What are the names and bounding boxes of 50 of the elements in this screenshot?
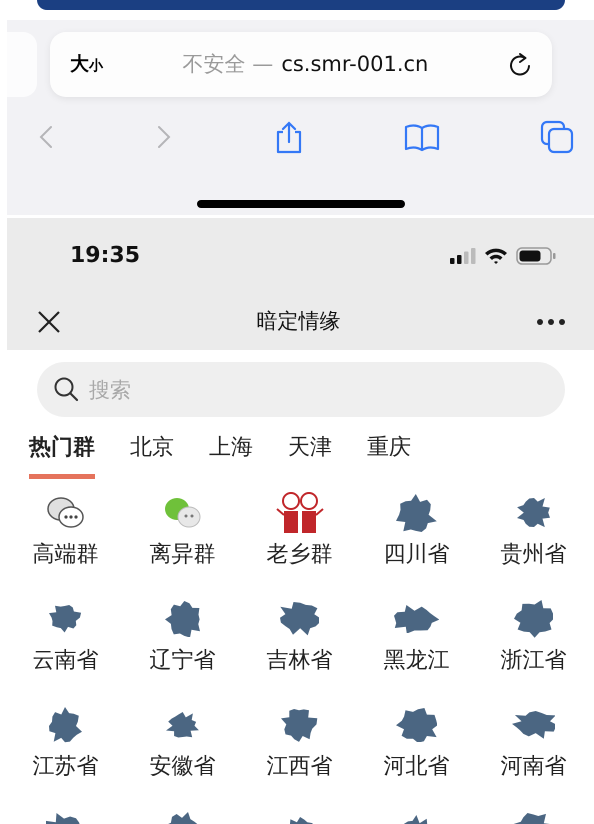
map-icon [165, 600, 200, 638]
tabs-icon[interactable] [540, 120, 574, 154]
group-label[interactable]: 吉林省 [266, 647, 332, 676]
wifi-icon [484, 247, 508, 264]
tab[interactable]: 上海 [209, 429, 253, 479]
map-icon [281, 708, 318, 742]
map-icon [514, 600, 554, 638]
group-label[interactable]: 老乡群 [266, 541, 332, 570]
address-bar[interactable]: 大小 不安全 — cs.smr-001.cn [50, 32, 552, 97]
group-label[interactable]: 河北省 [384, 753, 450, 782]
group-label[interactable]: 四川省 [384, 541, 450, 570]
map-icon [394, 604, 440, 634]
group-label[interactable]: 贵州省 [500, 541, 566, 570]
map-icon [396, 494, 437, 532]
close-icon[interactable] [37, 310, 61, 334]
tab[interactable]: 重庆 [367, 429, 411, 479]
chat-bubbles-icon [162, 496, 202, 530]
people-icon [274, 491, 324, 535]
group-label[interactable]: 高端群 [32, 541, 98, 570]
map-icon [396, 708, 438, 742]
page-title: 暗定情缘 [256, 308, 340, 335]
tab[interactable]: 热门群 [29, 429, 95, 479]
group-label[interactable]: 黑龙江 [384, 647, 450, 676]
group-label[interactable]: 浙江省 [500, 647, 566, 676]
url-text: cs.smr-001.cn [281, 50, 428, 78]
group-label[interactable]: 河南省 [500, 753, 566, 782]
battery-icon [516, 246, 556, 264]
group-label[interactable]: 云南省 [32, 647, 98, 676]
more-icon[interactable] [536, 318, 566, 326]
map-icon [49, 605, 82, 633]
signal-icon [450, 248, 476, 264]
text-size-button[interactable]: 大小 [70, 50, 103, 79]
group-label[interactable]: 辽宁省 [150, 647, 216, 676]
group-label[interactable]: 安徽省 [150, 753, 216, 782]
map-icon [517, 498, 550, 528]
tab[interactable]: 北京 [130, 429, 174, 479]
book-icon[interactable] [404, 122, 440, 152]
search-field[interactable]: 搜索 [37, 362, 565, 417]
map-icon [280, 602, 320, 636]
tab[interactable]: 天津 [288, 429, 332, 479]
group-label[interactable]: 江苏省 [32, 753, 98, 782]
map-icon [166, 712, 199, 738]
security-label: 不安全 — [182, 50, 274, 78]
map-icon [49, 707, 82, 743]
reload-icon[interactable] [508, 52, 532, 78]
map-icon [512, 711, 556, 739]
group-label[interactable]: 离异群 [150, 541, 216, 570]
clock-time: 19:35 [70, 242, 140, 270]
chat-bubbles-icon [46, 496, 86, 530]
group-label[interactable]: 江西省 [266, 753, 332, 782]
